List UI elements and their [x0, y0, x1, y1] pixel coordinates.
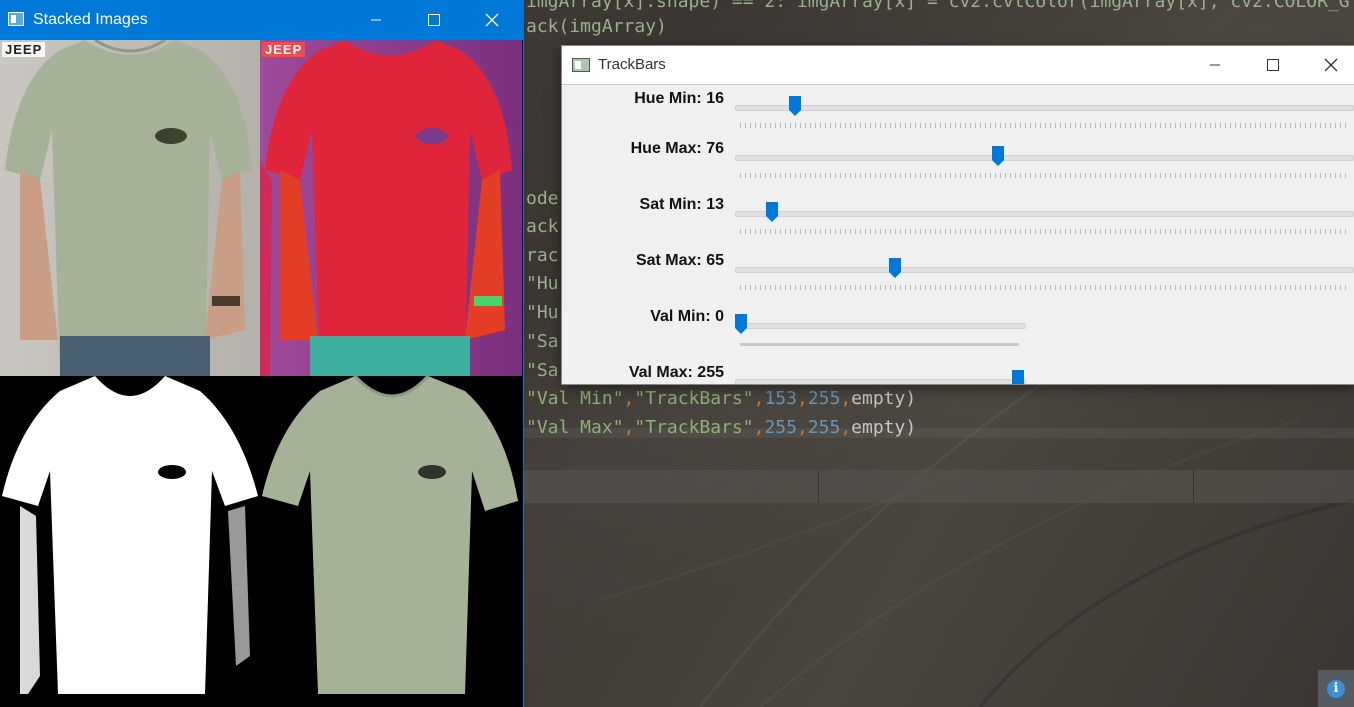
arg-value: 153 [764, 388, 797, 409]
window-app-icon [572, 58, 590, 72]
minimize-icon [371, 19, 381, 21]
code-line-val-max[interactable]: "Val Max","TrackBars",255,255,empty) [526, 414, 916, 442]
trackbar-slider[interactable] [735, 267, 1354, 273]
trackbar-slider[interactable] [735, 211, 1354, 217]
minimize-button[interactable] [1186, 46, 1244, 84]
trackbar-thumb[interactable] [991, 145, 1005, 167]
window-app-icon [8, 12, 24, 26]
original-image: JEEP [0, 40, 260, 376]
trackbar-thumb[interactable] [788, 95, 802, 117]
trackbar-label: Sat Min: 13 [639, 196, 724, 213]
arg-name: "Val Max" [526, 417, 624, 438]
arg-value: 255 [764, 417, 797, 438]
code-line-val-min[interactable]: "Val Min","TrackBars",153,255,empty) [526, 385, 916, 413]
trackbar-thumb[interactable] [734, 313, 748, 335]
stacked-images-titlebar[interactable]: Stacked Images [0, 0, 523, 40]
stacked-images-window[interactable]: Stacked Images JEEP JEEP [0, 0, 524, 707]
trackbar-row: Hue Min: 16 [562, 90, 1354, 146]
info-icon: i [1327, 679, 1345, 698]
trackbar-label: Hue Min: 16 [634, 90, 724, 107]
code-line-6[interactable]: "Hu [526, 270, 559, 298]
arg-window: "TrackBars" [634, 417, 754, 438]
trackbar-ticks [740, 285, 1346, 290]
trackbar-label: Val Min: 0 [650, 308, 724, 325]
close-icon [485, 13, 499, 27]
trackbar-label: Val Max: 255 [628, 364, 724, 381]
arg-window: "TrackBars" [634, 388, 754, 409]
arg-fn: empty) [851, 388, 917, 409]
maximize-icon [1267, 59, 1279, 71]
maximize-button[interactable] [1244, 46, 1302, 84]
trackbar-thumb[interactable] [765, 201, 779, 223]
arg-fn: empty) [851, 417, 917, 438]
code-line-2[interactable]: ack(imgArray) [526, 13, 667, 41]
trackbar-label: Hue Max: 76 [630, 140, 724, 157]
trackbar-ticks [740, 229, 1346, 234]
result-image [260, 376, 522, 707]
close-icon [1324, 58, 1338, 72]
trackbar-slider[interactable] [735, 379, 1026, 384]
arg-max: 255 [807, 417, 841, 438]
trackbar-ticks [740, 123, 1346, 128]
trackbars-window[interactable]: TrackBars Hue Min: 16 Hue Max: 76 Sat Min:… [562, 46, 1354, 384]
code-line-9[interactable]: "Sa [526, 357, 559, 385]
trackbar-row: Sat Max: 65 [562, 252, 1354, 308]
arg-name: "Val Min" [526, 388, 624, 409]
code-line-8[interactable]: "Sa [526, 328, 559, 356]
info-button[interactable]: i [1318, 670, 1354, 707]
trackbar-row: Hue Max: 76 [562, 140, 1354, 196]
window-title: TrackBars [598, 56, 666, 73]
editor-bottom-panel [524, 470, 1354, 503]
jeep-logo-badge: JEEP [262, 42, 306, 57]
code-line-5[interactable]: rac [526, 242, 559, 270]
trackbars-titlebar[interactable]: TrackBars [562, 46, 1354, 85]
arg-max: 255 [807, 388, 841, 409]
close-button[interactable] [1302, 46, 1354, 84]
trackbar-row: Val Min: 0 [562, 308, 1354, 364]
hsv-image: JEEP [260, 40, 522, 376]
maximize-icon [428, 14, 440, 26]
code-line-3[interactable]: ode [526, 185, 559, 213]
trackbar-ticks [740, 173, 1346, 178]
trackbar-slider[interactable] [735, 105, 1354, 111]
code-line-7[interactable]: "Hu [526, 299, 559, 327]
trackbar-thumb[interactable] [888, 257, 902, 279]
trackbar-thumb[interactable] [1011, 369, 1025, 384]
window-title: Stacked Images [33, 11, 148, 28]
jeep-logo-badge: JEEP [2, 42, 46, 57]
trackbar-label: Sat Max: 65 [635, 252, 724, 269]
trackbar-row: Sat Min: 13 [562, 196, 1354, 252]
trackbar-ticks [740, 343, 1019, 346]
mask-image [0, 376, 260, 707]
minimize-button[interactable] [347, 0, 405, 40]
close-button[interactable] [463, 0, 521, 40]
trackbar-slider[interactable] [735, 323, 1026, 329]
code-line-4[interactable]: ack [526, 213, 559, 241]
trackbar-row: Val Max: 255 [562, 364, 1354, 384]
minimize-icon [1210, 64, 1220, 66]
maximize-button[interactable] [405, 0, 463, 40]
trackbar-slider[interactable] [735, 155, 1354, 161]
